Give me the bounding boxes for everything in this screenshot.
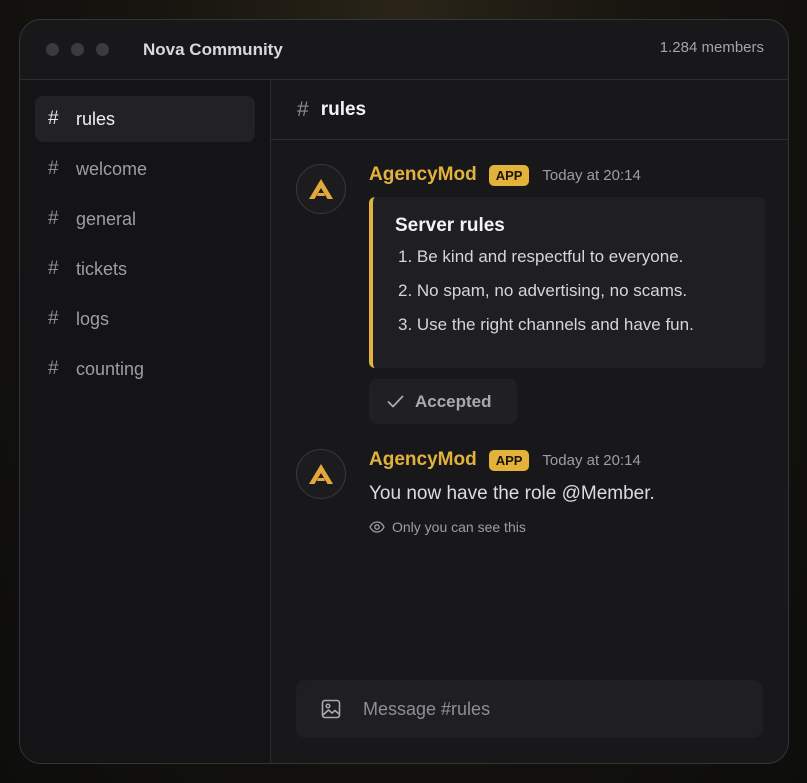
author-name[interactable]: AgencyMod	[369, 449, 477, 471]
ephemeral-label: Only you can see this	[392, 519, 526, 535]
hash-icon: #	[48, 358, 59, 379]
accepted-button[interactable]: Accepted	[369, 379, 517, 424]
channel-label: rules	[76, 108, 116, 129]
channel-label: logs	[76, 308, 110, 329]
author-name[interactable]: AgencyMod	[369, 164, 477, 186]
ephemeral-note: Only you can see this	[369, 519, 526, 535]
app-window: Nova Community 1.284 members # rules # w…	[19, 19, 789, 764]
message-header: AgencyMod APP Today at 20:14	[369, 164, 641, 186]
avatar[interactable]	[296, 449, 346, 499]
rule-item: 3. Use the right channels and have fun.	[398, 315, 694, 334]
avatar[interactable]	[296, 164, 346, 214]
message-text: You now have the role @Member.	[369, 483, 655, 504]
title-bar: Nova Community 1.284 members	[20, 20, 788, 80]
hash-icon: #	[48, 208, 59, 229]
channel-sidebar: # rules # welcome # general # tickets # …	[20, 80, 271, 763]
message-timestamp: Today at 20:14	[542, 166, 641, 184]
channel-label: tickets	[76, 258, 128, 279]
bot-logo-icon	[309, 179, 333, 199]
hash-icon: #	[48, 308, 59, 329]
message-header: AgencyMod APP Today at 20:14	[369, 449, 641, 471]
sidebar-item-counting[interactable]: # counting	[35, 346, 255, 392]
accepted-button-label: Accepted	[415, 391, 492, 411]
channel-label: general	[76, 208, 137, 229]
message-composer	[296, 680, 763, 738]
sidebar-item-welcome[interactable]: # welcome	[35, 146, 255, 192]
message-timestamp: Today at 20:14	[542, 451, 641, 469]
maximize-window-button[interactable]	[96, 43, 109, 56]
close-window-button[interactable]	[46, 43, 59, 56]
embed-title: Server rules	[395, 215, 505, 236]
rule-item: 2. No spam, no advertising, no scams.	[398, 281, 688, 300]
hash-icon: #	[297, 97, 309, 121]
image-icon[interactable]	[321, 699, 341, 719]
hash-icon: #	[48, 108, 59, 129]
channel-title: rules	[320, 98, 367, 120]
window-controls	[46, 43, 109, 56]
eye-icon	[369, 521, 385, 533]
hash-icon: #	[48, 158, 59, 179]
hash-icon: #	[48, 258, 59, 279]
sidebar-item-general[interactable]: # general	[35, 196, 255, 242]
member-count: 1.284 members	[659, 39, 764, 56]
chat-area: # rules AgencyMod APP Today at 20:14 Ser…	[271, 80, 788, 763]
bot-logo-icon	[309, 464, 333, 484]
sidebar-item-rules[interactable]: # rules	[35, 96, 255, 142]
channel-label: welcome	[76, 158, 148, 179]
rules-embed: Server rules 1. Be kind and respectful t…	[369, 197, 765, 368]
minimize-window-button[interactable]	[71, 43, 84, 56]
channel-label: counting	[76, 358, 145, 379]
server-title: Nova Community	[143, 39, 283, 59]
check-icon	[387, 395, 404, 408]
app-badge: APP	[488, 449, 530, 471]
message-input[interactable]	[361, 697, 725, 721]
app-badge: APP	[488, 164, 530, 186]
sidebar-item-logs[interactable]: # logs	[35, 296, 255, 342]
channel-header: # rules	[271, 80, 788, 140]
rule-item: 1. Be kind and respectful to everyone.	[398, 247, 684, 266]
sidebar-item-tickets[interactable]: # tickets	[35, 246, 255, 292]
